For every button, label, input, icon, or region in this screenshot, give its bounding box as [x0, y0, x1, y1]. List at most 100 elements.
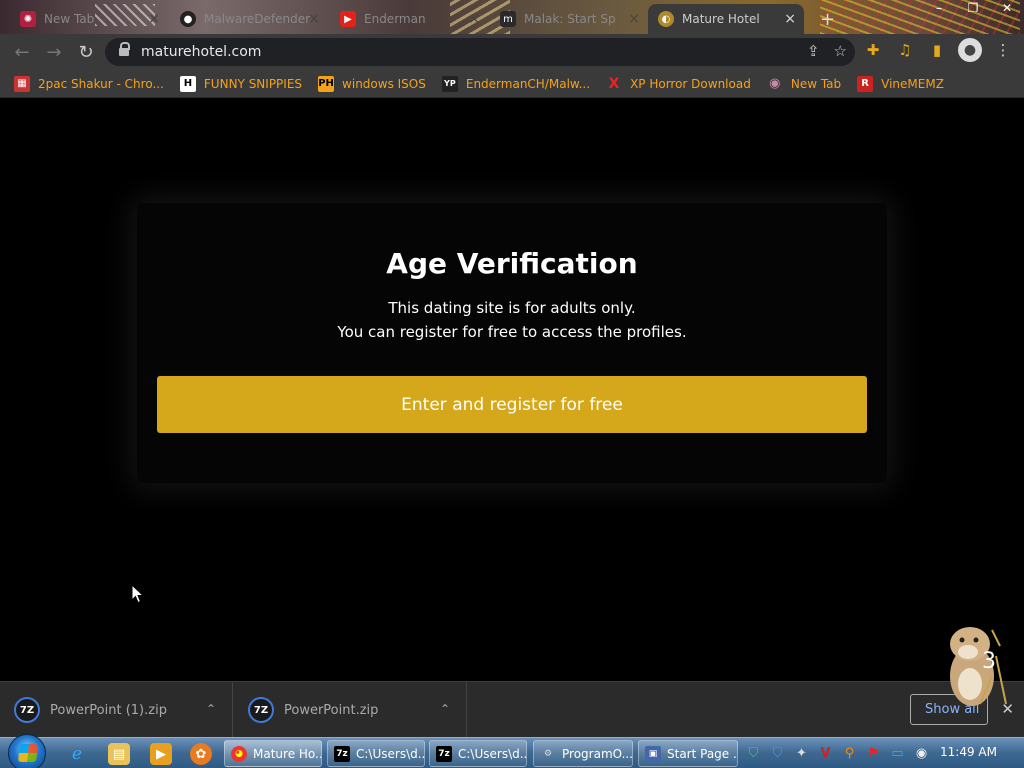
- folder-icon[interactable]: ▤: [108, 743, 130, 765]
- start-button[interactable]: [8, 734, 46, 768]
- app-tray-icon[interactable]: ✦: [792, 742, 811, 764]
- taskbar-item-programo[interactable]: ⚙ ProgramO...: [533, 740, 633, 767]
- bookmark-label: 2pac Shakur - Chro...: [38, 76, 164, 91]
- bookmark-favicon-icon: YP: [441, 75, 458, 92]
- bookmark-2pac[interactable]: ▦ 2pac Shakur - Chro...: [14, 75, 164, 92]
- github-icon: ●: [180, 11, 196, 27]
- minimize-button[interactable]: –: [922, 0, 956, 18]
- tab-malak-start[interactable]: m Malak: Start Sp ×: [490, 4, 648, 34]
- 7zip-file-icon: 7Z: [14, 697, 40, 723]
- taskbar-item-label: C:\Users\d...: [356, 746, 425, 761]
- chrome-icon: ◕: [231, 745, 247, 762]
- tab-title: MalwareDefender: [204, 12, 311, 26]
- chevron-up-icon[interactable]: ⌃: [440, 702, 450, 716]
- taskbar-item-chrome[interactable]: ◕ Mature Ho...: [224, 740, 322, 767]
- taskbar-item-start-page[interactable]: ▣ Start Page ...: [638, 740, 738, 767]
- bookmark-endermanch[interactable]: YP EndermanCH/Malw...: [441, 75, 591, 92]
- page-content: Age Verification This dating site is for…: [0, 99, 1024, 681]
- taskbar-item-label: Mature Ho...: [253, 746, 322, 761]
- bookmark-xp-horror[interactable]: X XP Horror Download: [606, 76, 751, 92]
- tab-title: Mature Hotel: [682, 12, 760, 26]
- 7zip-icon: 7z: [436, 745, 452, 762]
- close-icon[interactable]: ×: [628, 11, 640, 27]
- bookmark-favicon-icon: PH: [318, 75, 335, 92]
- shield-icon[interactable]: ⛉: [768, 742, 787, 764]
- tab-mature-hotel[interactable]: ◐ Mature Hotel ×: [648, 4, 804, 34]
- close-icon[interactable]: ×: [308, 11, 320, 27]
- bookmark-label: EndermanCH/Malw...: [465, 76, 591, 91]
- app-icon[interactable]: ✿: [190, 743, 212, 765]
- tab-enderman[interactable]: ▶ Enderman ×: [330, 4, 488, 34]
- back-button[interactable]: ←: [6, 36, 38, 68]
- media-control-icon[interactable]: ♫: [894, 39, 916, 61]
- clock: 11:49 AM: [940, 745, 997, 759]
- bookmark-favicon-icon: R: [857, 75, 874, 92]
- tab-malwaredefender[interactable]: ● MalwareDefender ×: [170, 4, 328, 34]
- monitor-icon[interactable]: ▭: [888, 742, 907, 764]
- forward-button[interactable]: →: [38, 36, 70, 68]
- gear-icon: ⚙: [543, 748, 553, 759]
- reload-button[interactable]: ↻: [70, 36, 102, 68]
- taskbar-item-label: ProgramO...: [562, 746, 633, 761]
- window-controls: – ❐ ✕: [922, 0, 1024, 18]
- tab-title: Enderman: [364, 12, 426, 26]
- close-icon[interactable]: ×: [784, 11, 796, 27]
- search-icon[interactable]: ⚲: [840, 742, 859, 764]
- close-window-button[interactable]: ✕: [990, 0, 1024, 18]
- tab-title: New Tab: [44, 12, 95, 26]
- 7zip-icon: 7z: [334, 745, 350, 762]
- star-icon[interactable]: ☆: [834, 42, 847, 60]
- browser-toolbar: ← → ↻ maturehotel.com ⇪ ☆ ✚ ♫ ▮ ● ⋮: [0, 34, 1024, 70]
- arrow-left-icon: ←: [14, 41, 30, 63]
- volume-icon[interactable]: ◉: [912, 742, 931, 764]
- download-item[interactable]: 7Z PowerPoint.zip ⌃: [234, 682, 467, 738]
- close-icon[interactable]: ×: [468, 11, 480, 27]
- chevron-up-icon[interactable]: ⌃: [206, 702, 216, 716]
- svg-text:3: 3: [982, 649, 996, 674]
- bookmark-favicon-icon: X: [608, 75, 620, 92]
- share-icon[interactable]: ⇪: [807, 42, 820, 60]
- side-panel-icon[interactable]: ▮: [926, 39, 948, 61]
- description-line: You can register for free to access the …: [337, 323, 687, 341]
- extensions-icon[interactable]: ✚: [862, 39, 884, 61]
- restore-button[interactable]: ❐: [956, 0, 990, 18]
- bookmark-label: XP Horror Download: [630, 76, 751, 91]
- address-bar[interactable]: maturehotel.com ⇪ ☆: [105, 38, 855, 66]
- download-filename: PowerPoint (1).zip: [50, 702, 167, 718]
- site-favicon-icon: ◐: [658, 11, 674, 27]
- downloads-shelf: 7Z PowerPoint (1).zip ⌃ 7Z PowerPoint.zi…: [0, 681, 1024, 738]
- antivirus-icon[interactable]: V: [816, 742, 835, 764]
- enter-register-button[interactable]: Enter and register for free: [157, 376, 867, 433]
- bookmark-label: windows ISOS: [342, 76, 426, 91]
- system-tray: ⛉ ⛉ ✦ V ⚲ ⚑ ▭ ◉: [744, 742, 931, 764]
- tab-new-tab[interactable]: ✺ New Tab ×: [10, 4, 168, 34]
- reload-icon: ↻: [78, 41, 94, 63]
- tab-strip: ✺ New Tab × ● MalwareDefender × ▶ Enderm…: [0, 0, 1024, 34]
- tab-title: Malak: Start Sp: [524, 12, 616, 26]
- bookmark-label: New Tab: [790, 76, 842, 91]
- taskbar-item-7zip[interactable]: 7z C:\Users\d...: [429, 740, 527, 767]
- flag-icon[interactable]: ⚑: [864, 742, 883, 764]
- taskbar-item-label: Start Page ...: [667, 746, 738, 761]
- 7zip-file-icon: 7Z: [248, 697, 274, 723]
- age-verification-card: Age Verification This dating site is for…: [137, 203, 887, 483]
- lock-icon: [119, 41, 130, 58]
- more-menu-icon[interactable]: ⋮: [992, 39, 1014, 61]
- arrow-right-icon: →: [46, 41, 62, 63]
- bookmark-funny-snippies[interactable]: H FUNNY SNIPPIES: [179, 75, 302, 92]
- profile-avatar-icon[interactable]: ●: [958, 38, 982, 62]
- download-item[interactable]: 7Z PowerPoint (1).zip ⌃: [0, 682, 233, 738]
- media-player-icon[interactable]: ▶: [150, 743, 172, 765]
- description-line: This dating site is for adults only.: [388, 299, 636, 317]
- new-tab-button[interactable]: +: [810, 4, 840, 34]
- close-icon[interactable]: ×: [148, 11, 160, 27]
- page-title: Age Verification: [386, 247, 638, 280]
- bookmark-windows-isos[interactable]: PH windows ISOS: [318, 75, 426, 92]
- bookmark-favicon-icon: H: [179, 75, 196, 92]
- shield-icon[interactable]: ⛉: [744, 742, 763, 764]
- hamster-overlay-icon: 3: [940, 616, 1010, 712]
- taskbar-item-7zip[interactable]: 7z C:\Users\d...: [327, 740, 425, 767]
- bookmark-vinememz[interactable]: R VineMEMZ: [857, 75, 944, 92]
- bookmark-new-tab[interactable]: ◉ New Tab: [767, 76, 841, 92]
- internet-explorer-icon[interactable]: ℯ: [66, 743, 88, 765]
